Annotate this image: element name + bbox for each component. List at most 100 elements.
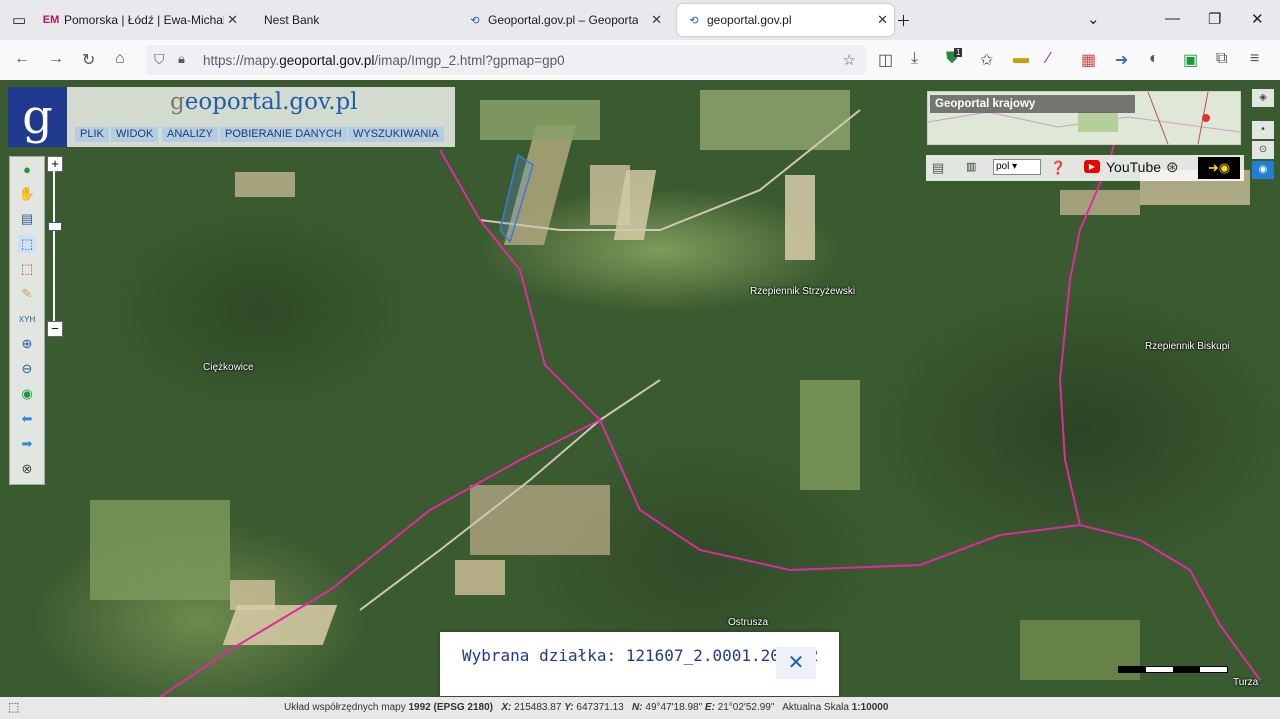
ruler-extension-icon[interactable]: ▬ <box>1013 50 1029 68</box>
shield-icon[interactable]: ⛉ <box>154 51 165 68</box>
tab-geoportal-active[interactable]: ⟲ geoportal.gov.pl ✕ <box>677 4 894 36</box>
zoom-minus-button[interactable]: − <box>47 321 63 337</box>
language-select[interactable]: pol ▾ <box>993 159 1041 175</box>
restore-icon[interactable]: ❐ <box>1208 10 1221 28</box>
selected-parcel <box>499 153 534 244</box>
help-icon[interactable]: ❓ <box>1050 160 1066 176</box>
url-bar[interactable]: ⛉ 🔒︎ https://mapy.geoportal.gov.pl/imap/… <box>146 45 866 75</box>
geoportal-favicon-icon: ⟲ <box>689 14 699 27</box>
tab-strip: ▭ EM Pomorska | Łódź | Ewa-Michala ✕ Nes… <box>0 0 1280 40</box>
layers-icon[interactable]: ◈ <box>1252 89 1274 107</box>
youtube-icon[interactable]: ▶ <box>1084 160 1100 173</box>
menu-wyszukiwania[interactable]: WYSZUKIWANIA <box>348 127 444 142</box>
forward-icon[interactable]: → <box>48 50 64 68</box>
overview-title: Geoportal krajowy <box>930 95 1135 113</box>
green-extension-icon[interactable]: ▣ <box>1183 50 1198 70</box>
back-icon[interactable]: ← <box>14 50 30 68</box>
settings-icon[interactable]: ⊙ <box>1252 141 1274 159</box>
tab-title: Pomorska | Łódź | Ewa-Michala <box>64 13 224 27</box>
table-icon[interactable]: ▤ <box>932 160 944 176</box>
zoom-in-icon[interactable]: ⊕ <box>18 335 36 353</box>
extension-badge: 1 <box>954 48 963 57</box>
menu-plik[interactable]: PLIK <box>75 127 109 142</box>
zoom-handle[interactable] <box>48 222 62 231</box>
shape-extension-icon[interactable]: ◐ <box>1149 50 1159 68</box>
expand-icon[interactable]: ⬚ <box>8 700 19 714</box>
home-icon[interactable]: ⌂ <box>115 50 125 68</box>
em-favicon-icon: EM <box>42 14 60 26</box>
high-contrast-icon[interactable]: ➜◉ <box>1198 157 1240 179</box>
status-bar: ⬚ Układ współrzędnych mapy 1992 (EPSG 21… <box>0 697 1280 719</box>
close-tab-icon[interactable]: ✕ <box>877 12 888 28</box>
downloads-icon[interactable]: ⤓ <box>911 50 918 68</box>
pencil-icon[interactable]: ✎ <box>18 285 36 303</box>
geoportal-favicon-icon: ⟲ <box>470 14 480 27</box>
secondary-toolbar: ▤ ▥ pol ▾ ❓ ▶ YouTube ⊛ ➜◉ <box>926 155 1244 181</box>
url-text: https://mapy.geoportal.gov.pl/imap/Imgp_… <box>203 53 565 68</box>
tab-geoportal-info[interactable]: ⟲ Geoportal.gov.pl – Geoportal In ✕ <box>468 4 668 36</box>
road-line <box>479 109 861 231</box>
previous-view-icon[interactable]: ⬅ <box>18 410 36 428</box>
grid-extension-icon[interactable]: ▦ <box>1081 50 1096 70</box>
close-tab-icon[interactable]: ✕ <box>227 12 238 28</box>
place-label: Ciężkowice <box>203 362 254 373</box>
zoom-slider[interactable]: + − <box>47 156 63 338</box>
chevron-down-icon[interactable]: ⌄ <box>1087 10 1100 28</box>
tab-nest-bank[interactable]: Nest Bank <box>254 4 464 36</box>
pen-extension-icon[interactable]: ⁄ <box>1047 50 1050 68</box>
xyz-coordinates-icon[interactable]: XYH <box>18 310 36 328</box>
select-parcel-icon[interactable]: ⬚ <box>18 235 36 253</box>
close-notification-button[interactable]: ✕ <box>776 647 816 679</box>
place-label: Turza <box>1233 677 1259 688</box>
menu-analizy[interactable]: ANALIZY <box>162 127 218 142</box>
eye-icon[interactable]: ◉ <box>1252 161 1274 179</box>
pocket-icon[interactable]: ◫ <box>878 50 893 70</box>
menu-widok[interactable]: WIDOK <box>111 127 159 142</box>
dot-icon[interactable]: • <box>1252 121 1274 139</box>
tab-title: geoportal.gov.pl <box>707 13 792 27</box>
menu-hamburger-icon[interactable]: ≡ <box>1250 50 1259 68</box>
clear-icon[interactable]: ⊗ <box>18 460 36 478</box>
navigation-bar: ← → ↻ ⌂ ⛉ 🔒︎ https://mapy.geoportal.gov.… <box>0 40 1280 81</box>
map-toolbar: ● ✋ ▤ ⬚ ⬚ ✎ XYH ⊕ ⊖ ◉ ⬅ ➡ ⊗ <box>9 156 45 485</box>
tab-list-icon[interactable]: ▭ <box>12 11 26 29</box>
menu-pobieranie-danych[interactable]: POBIERANIE DANYCH <box>220 127 347 142</box>
pan-hand-icon[interactable]: ✋ <box>18 185 36 203</box>
arrow-extension-icon[interactable]: ➜ <box>1115 50 1128 70</box>
geoportal-logo[interactable]: g <box>8 87 67 147</box>
parcel-notification: Wybrana działka: 121607_2.0001.2062/2 ✕ <box>440 632 839 696</box>
place-label: Ostrusza <box>728 617 769 628</box>
notification-text: Wybrana działka: 121607_2.0001.2062/2 <box>462 646 819 665</box>
place-label: Rzepiennik Strzyżewski <box>750 286 856 297</box>
accessibility-icon[interactable]: ⊛ <box>1166 158 1179 176</box>
app-header: g geoportal.gov.pl PLIK WIDOK ANALIZY PO… <box>8 87 455 147</box>
close-tab-icon[interactable]: ✕ <box>651 12 662 28</box>
youtube-label[interactable]: YouTube <box>1106 159 1161 175</box>
tab-title: Geoportal.gov.pl – Geoportal In <box>488 13 638 27</box>
zoom-out-icon[interactable]: ⊖ <box>18 360 36 378</box>
overview-map[interactable]: Geoportal krajowy <box>927 91 1241 145</box>
minimize-icon[interactable]: — <box>1165 10 1180 27</box>
right-tools: ◈ • ⊙ ◉ <box>1250 85 1276 185</box>
place-label: Rzepiennik Biskupi <box>1145 341 1230 352</box>
info-icon[interactable]: ● <box>18 160 36 178</box>
road-line <box>359 379 661 611</box>
globe-full-extent-icon[interactable]: ◉ <box>18 385 36 403</box>
tab-ewa-michala[interactable]: EM Pomorska | Łódź | Ewa-Michala ✕ <box>42 4 244 36</box>
extension-star-icon[interactable]: ✩ <box>980 50 993 70</box>
zoom-track <box>53 171 55 321</box>
new-tab-icon[interactable]: ＋ <box>896 10 911 31</box>
coordinates-readout: Układ współrzędnych mapy 1992 (EPSG 2180… <box>284 702 889 713</box>
select-area-icon[interactable]: ⬚ <box>18 260 36 278</box>
site-title: geoportal.gov.pl <box>170 89 358 115</box>
next-view-icon[interactable]: ➡ <box>18 435 36 453</box>
bookmark-star-icon[interactable]: ☆ <box>843 51 856 69</box>
extensions-puzzle-icon[interactable]: ⧉ <box>1216 50 1227 68</box>
zoom-plus-button[interactable]: + <box>47 156 63 172</box>
close-window-icon[interactable]: ✕ <box>1251 10 1264 28</box>
print-icon[interactable]: ▥ <box>966 160 976 173</box>
reload-icon[interactable]: ↻ <box>82 50 95 70</box>
lock-icon[interactable]: 🔒︎ <box>178 51 185 67</box>
tab-title: Nest Bank <box>264 13 320 27</box>
legend-icon[interactable]: ▤ <box>18 210 36 228</box>
